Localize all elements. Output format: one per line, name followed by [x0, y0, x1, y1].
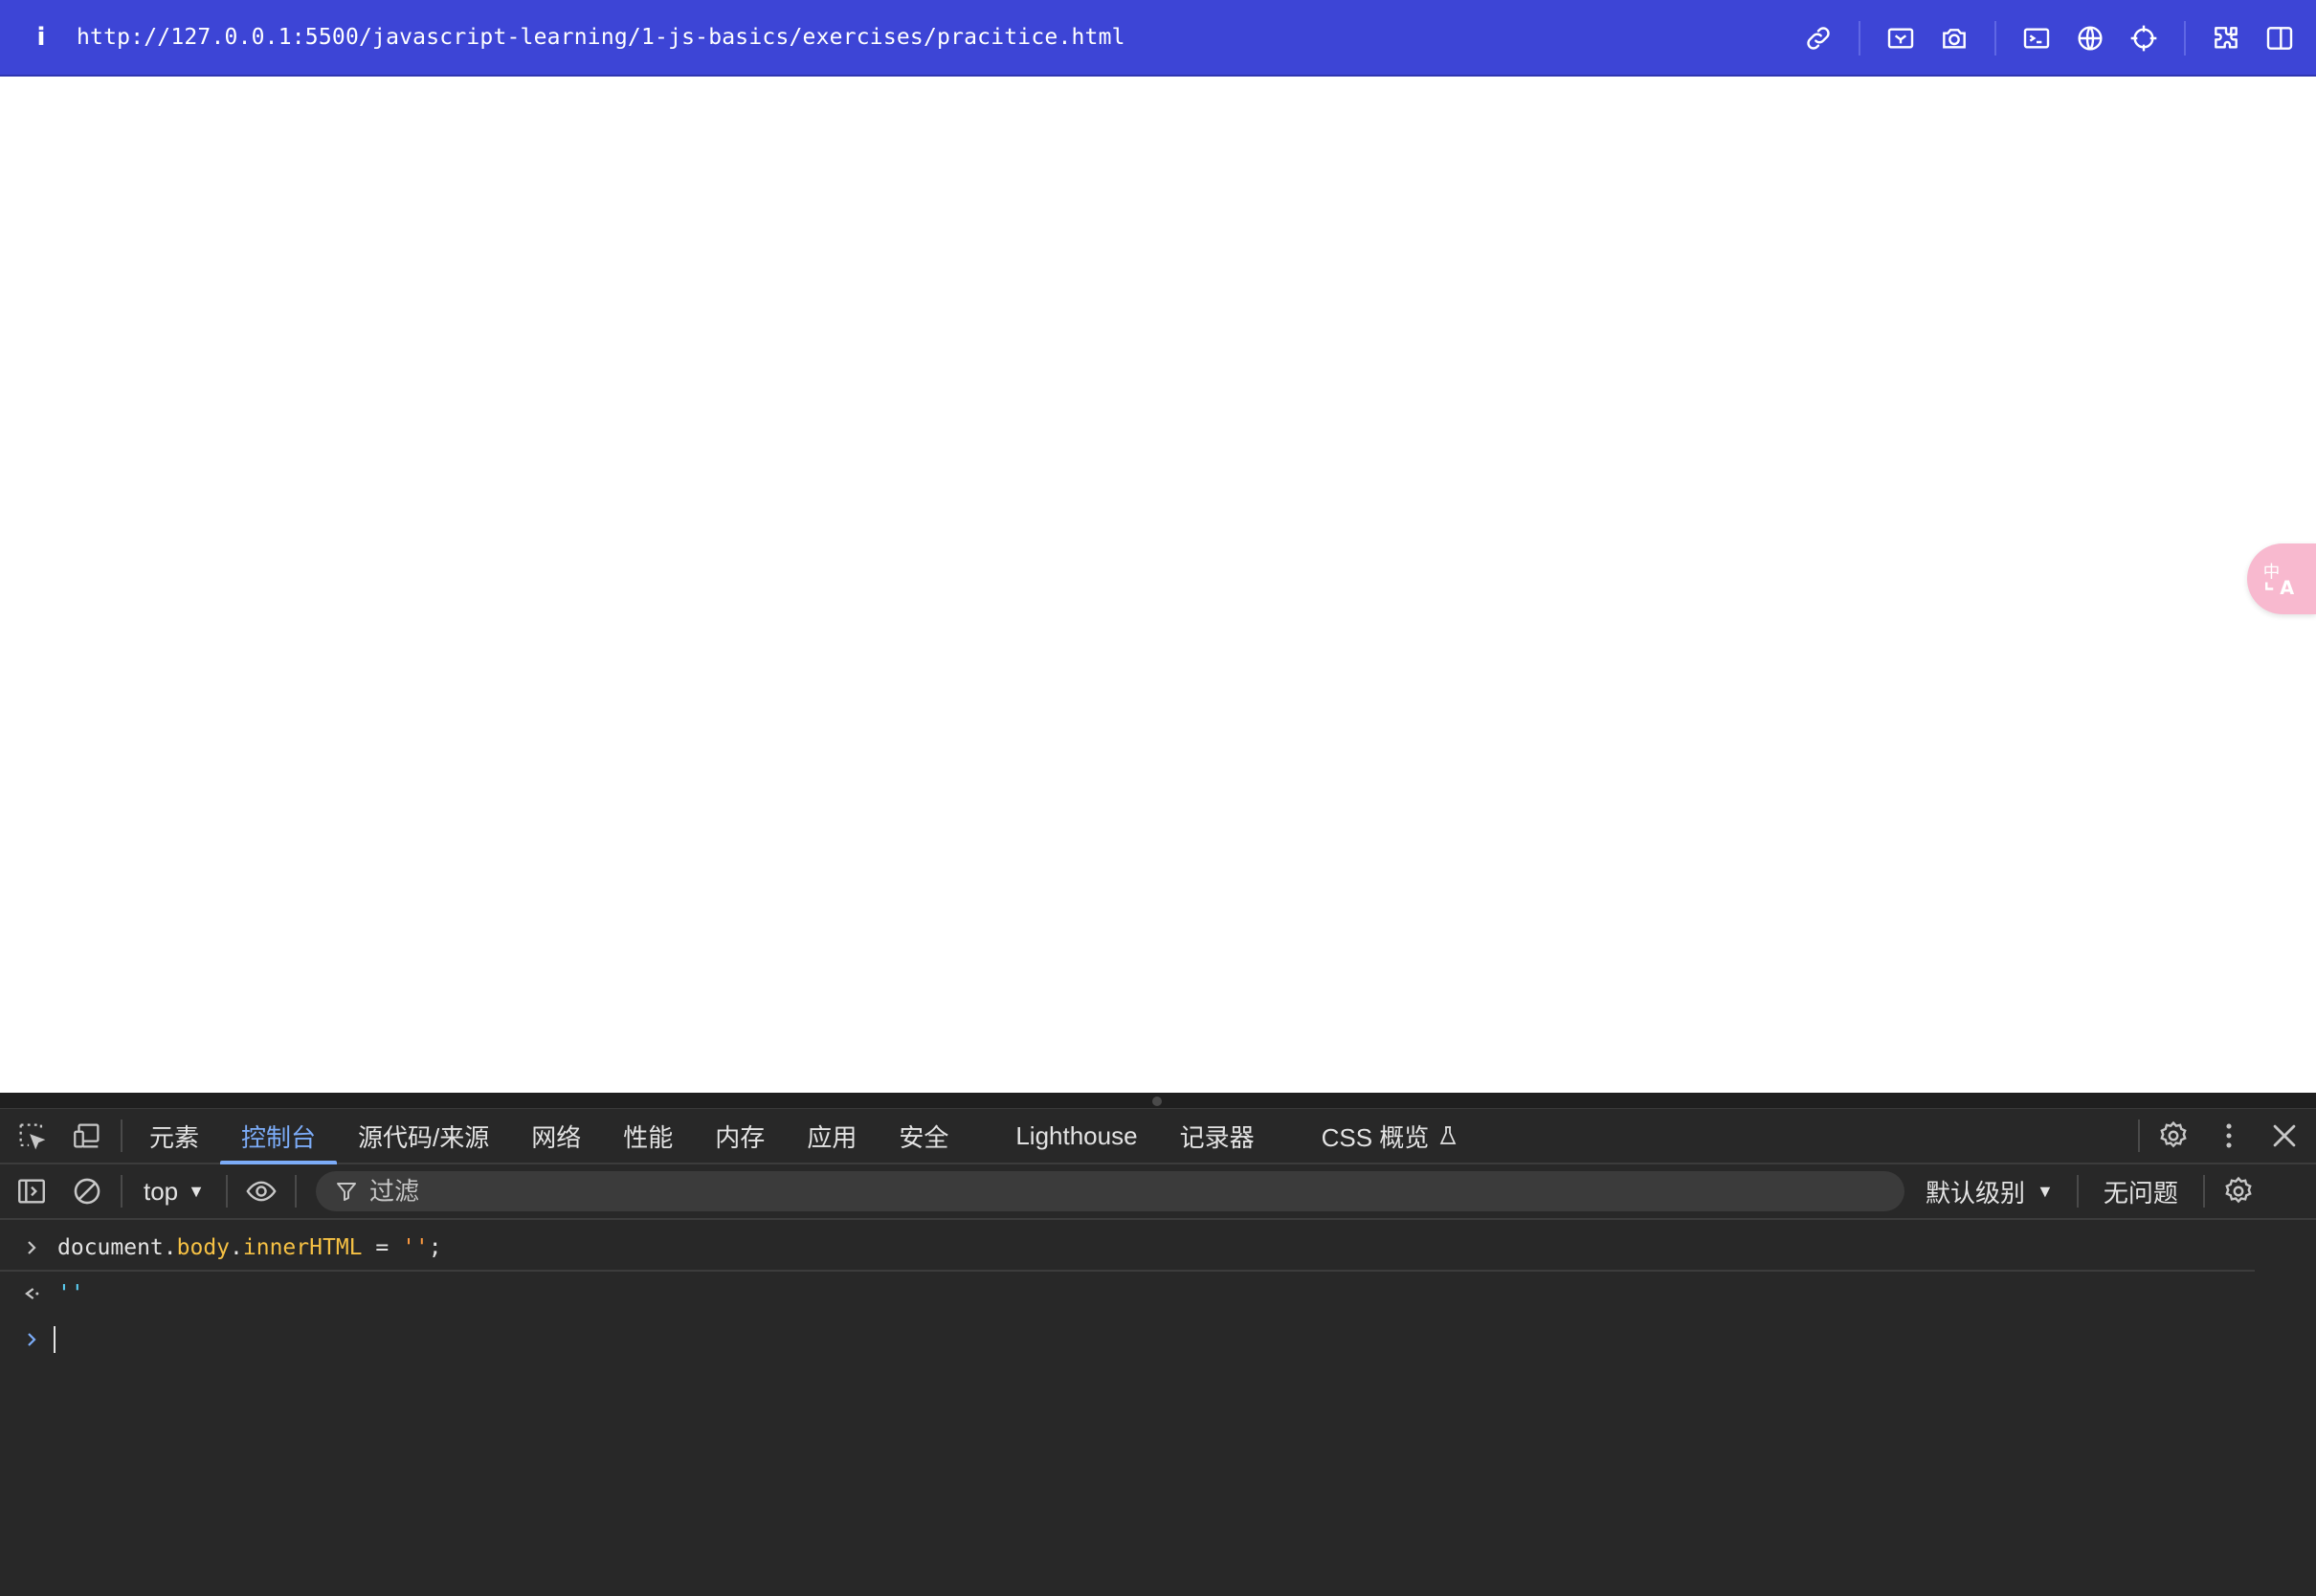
- separator: [1994, 21, 1996, 55]
- separator: [225, 1175, 228, 1208]
- token-dot: .: [163, 1235, 177, 1260]
- prompt-chevron-icon: [0, 1330, 57, 1349]
- text-cursor: [54, 1326, 56, 1353]
- tab-css-overview[interactable]: CSS 概览: [1301, 1109, 1481, 1163]
- console-output[interactable]: document.body.innerHTML = ''; '': [0, 1220, 2316, 1363]
- page-viewport: 中 A: [0, 77, 2316, 1093]
- separator: [121, 1175, 122, 1208]
- separator: [2184, 21, 2186, 55]
- translate-icon: 中 A: [2263, 563, 2295, 599]
- issues-counter[interactable]: 无问题: [2084, 1174, 2197, 1209]
- device-toolbar-icon[interactable]: [59, 1109, 115, 1163]
- screenshot-area-icon[interactable]: [1874, 11, 1927, 65]
- svg-text:中: 中: [2263, 563, 2281, 582]
- tab-application[interactable]: 应用: [786, 1109, 878, 1163]
- site-info-icon[interactable]: i: [27, 23, 56, 52]
- console-settings-icon[interactable]: [2211, 1164, 2266, 1218]
- live-expression-eye-icon[interactable]: [234, 1164, 289, 1218]
- chevron-down-icon: ▼: [2037, 1181, 2054, 1201]
- tab-css-overview-label: CSS 概览: [1321, 1122, 1430, 1152]
- settings-icon[interactable]: [2146, 1109, 2201, 1163]
- console-result-value: '': [57, 1281, 84, 1306]
- close-icon[interactable]: [2257, 1109, 2312, 1163]
- result-arrow-icon: [0, 1284, 57, 1303]
- devtools-tabbar: 元素 控制台 源代码/来源 网络 性能 内存 应用 安全 Lighthouse …: [0, 1109, 2316, 1164]
- tab-sources[interactable]: 源代码/来源: [337, 1109, 510, 1163]
- chevron-right-icon: [0, 1238, 57, 1257]
- console-result-row: '': [0, 1272, 2316, 1316]
- filter-input[interactable]: [367, 1175, 1864, 1208]
- link-icon[interactable]: [1792, 11, 1845, 65]
- tab-memory[interactable]: 内存: [694, 1109, 786, 1163]
- tab-recorder[interactable]: 记录器: [1159, 1109, 1276, 1163]
- filter-icon: [336, 1183, 356, 1201]
- tab-lighthouse[interactable]: Lighthouse: [994, 1109, 1158, 1163]
- token-property: body: [176, 1235, 231, 1260]
- sidebar-toggle-icon[interactable]: [4, 1164, 59, 1218]
- crosshair-icon[interactable]: [2117, 11, 2171, 65]
- devtools-tabbar-actions: [2132, 1109, 2316, 1163]
- address-bar-actions: [1792, 0, 2316, 77]
- split-view-icon[interactable]: [2253, 11, 2306, 65]
- console-toolbar: top ▼ 默认级别 ▼ 无问题: [0, 1164, 2316, 1220]
- token-operator: =: [362, 1235, 403, 1260]
- log-levels-label: 默认级别: [1925, 1178, 2025, 1208]
- context-selector-value: top: [144, 1176, 179, 1206]
- tab-elements[interactable]: 元素: [128, 1109, 220, 1163]
- tab-performance[interactable]: 性能: [602, 1109, 694, 1163]
- token-semicolon: ;: [428, 1235, 442, 1260]
- separator: [2202, 1175, 2205, 1208]
- separator: [1859, 21, 1860, 55]
- token-dot: .: [230, 1235, 243, 1260]
- devtools-resize-handle[interactable]: [0, 1093, 2316, 1109]
- chevron-down-icon: ▼: [188, 1181, 205, 1201]
- separator: [2076, 1175, 2079, 1208]
- more-options-icon[interactable]: [2201, 1109, 2257, 1163]
- inspect-element-icon[interactable]: [4, 1109, 59, 1163]
- console-filter[interactable]: [315, 1171, 1904, 1211]
- log-levels-dropdown[interactable]: 默认级别 ▼: [1904, 1170, 2071, 1212]
- context-selector[interactable]: top ▼: [128, 1170, 220, 1212]
- separator: [121, 1119, 122, 1152]
- token-object: document: [57, 1235, 164, 1260]
- extensions-icon[interactable]: [2199, 11, 2253, 65]
- url-text[interactable]: http://127.0.0.1:5500/javascript-learnin…: [77, 25, 1125, 50]
- console-command-row: document.body.innerHTML = '';: [0, 1226, 2255, 1272]
- token-string: '': [402, 1235, 429, 1260]
- tab-network[interactable]: 网络: [510, 1109, 602, 1163]
- token-property: innerHTML: [242, 1235, 363, 1260]
- separator: [294, 1175, 297, 1208]
- devtools-panel: 元素 控制台 源代码/来源 网络 性能 内存 应用 安全 Lighthouse …: [0, 1093, 2316, 1596]
- tab-security[interactable]: 安全: [878, 1109, 969, 1163]
- globe-icon[interactable]: [2063, 11, 2117, 65]
- svg-text:A: A: [2280, 577, 2294, 599]
- clear-console-icon[interactable]: [59, 1164, 115, 1218]
- address-bar: i http://127.0.0.1:5500/javascript-learn…: [0, 0, 2316, 77]
- terminal-icon[interactable]: [2010, 11, 2063, 65]
- translate-button[interactable]: 中 A: [2247, 543, 2316, 614]
- camera-icon[interactable]: [1927, 11, 1981, 65]
- experiment-flask-icon: [1439, 1126, 1457, 1144]
- separator: [2138, 1119, 2140, 1152]
- tab-console[interactable]: 控制台: [220, 1109, 338, 1164]
- console-command-text[interactable]: document.body.innerHTML = '';: [57, 1235, 442, 1260]
- console-prompt-row[interactable]: [0, 1316, 2316, 1363]
